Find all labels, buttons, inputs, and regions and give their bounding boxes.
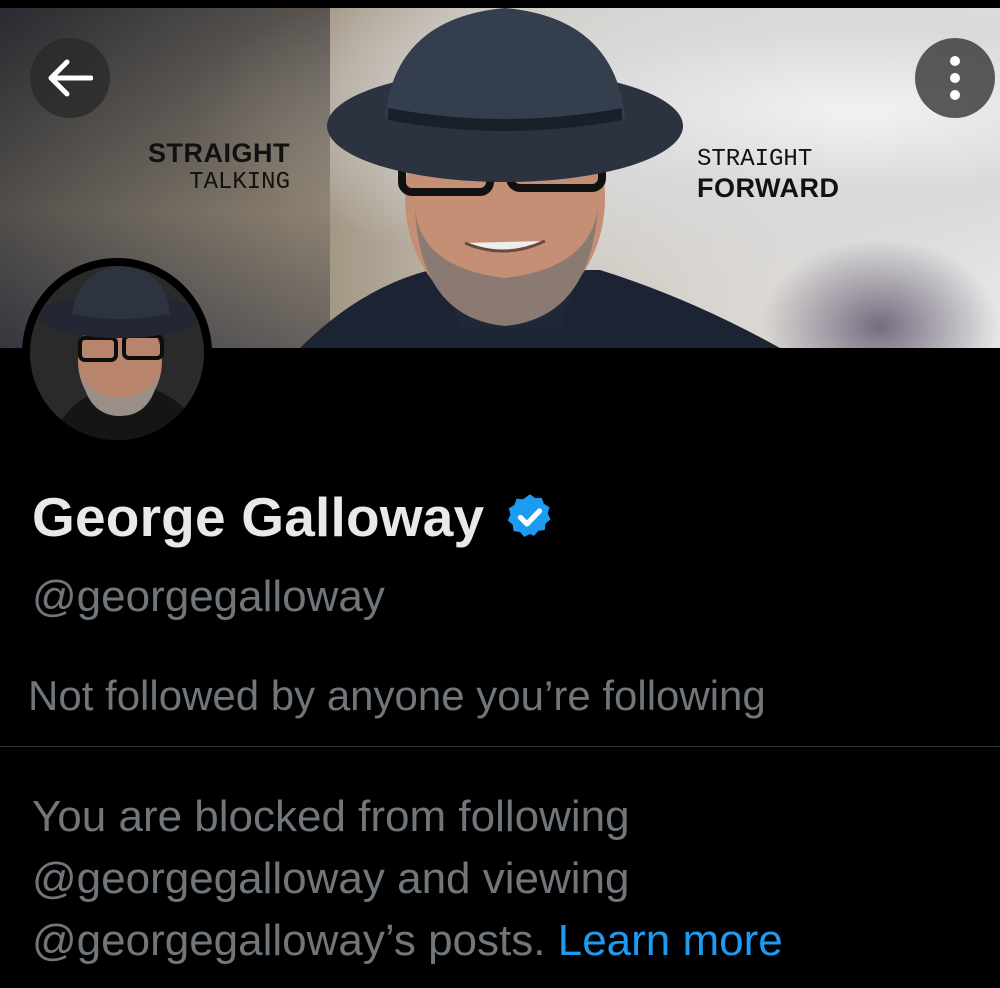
learn-more-link[interactable]: Learn more	[558, 916, 783, 965]
blocked-notice-text: You are blocked from following @georgega…	[32, 792, 630, 965]
avatar	[30, 266, 204, 440]
back-button[interactable]	[30, 38, 110, 118]
profile-avatar[interactable]	[22, 258, 212, 448]
more-vertical-icon	[950, 56, 960, 100]
blocked-notice: You are blocked from following @georgega…	[32, 786, 982, 972]
banner-tagline-right: STRAIGHT FORWARD	[697, 146, 840, 204]
tagline-left-line1: STRAIGHT	[148, 138, 290, 168]
followers-you-know-note: Not followed by anyone you’re following	[28, 672, 766, 719]
more-options-button[interactable]	[915, 38, 995, 118]
profile-handle: @georgegalloway	[32, 572, 385, 621]
banner-tagline-left: STRAIGHT TALKING	[124, 138, 290, 196]
tagline-right-line1: STRAIGHT	[697, 146, 813, 173]
arrow-left-icon	[48, 59, 93, 97]
verified-badge-icon	[508, 494, 551, 537]
display-name: George Galloway	[32, 486, 485, 548]
divider	[0, 746, 1000, 747]
tagline-left-line2: TALKING	[189, 169, 290, 196]
tagline-right-line2: FORWARD	[697, 173, 840, 203]
profile-name-row: George Galloway	[32, 485, 556, 549]
avatar-portrait	[30, 266, 204, 440]
